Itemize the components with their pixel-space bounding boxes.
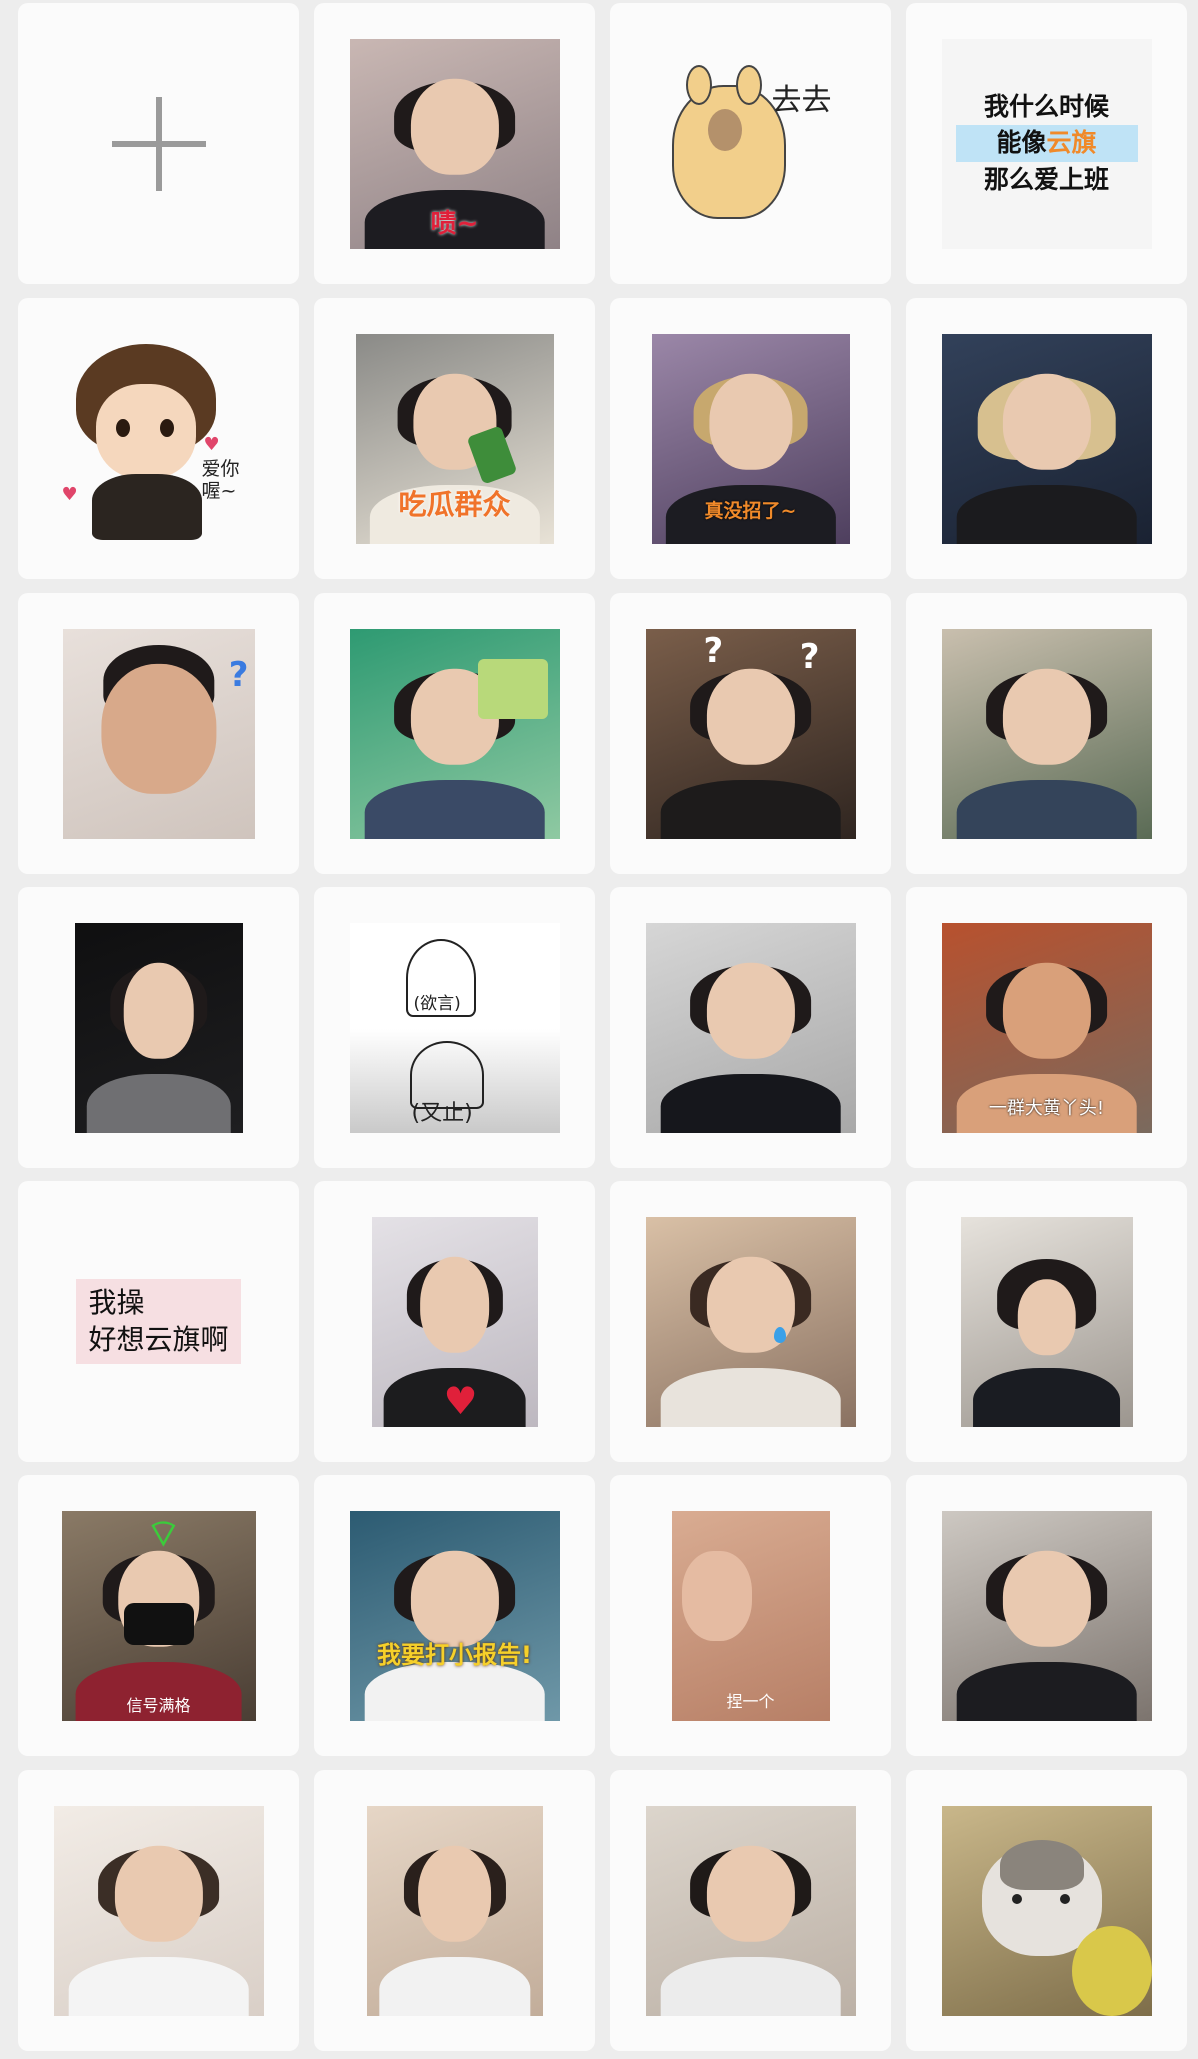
sticker-image: (欲言) (又止) bbox=[349, 922, 560, 1133]
sticker-caption: 吃瓜群众 bbox=[398, 487, 511, 521]
sticker-item[interactable] bbox=[906, 1770, 1187, 2051]
sticker-image: 去去 bbox=[646, 39, 856, 249]
sticker-image bbox=[349, 628, 560, 839]
sticker-item[interactable]: (欲言) (又止) bbox=[314, 887, 595, 1168]
sticker-item[interactable]: 一群大黄丫头! bbox=[906, 887, 1187, 1168]
tear-drop-icon bbox=[773, 1326, 786, 1343]
question-mark-icon: ? bbox=[799, 636, 820, 677]
caption-highlight: 云旗 bbox=[1046, 128, 1097, 158]
heart-icon: ♥ bbox=[443, 1378, 478, 1423]
sticker-caption: 真没招了~ bbox=[704, 499, 797, 522]
sticker-item[interactable] bbox=[314, 593, 595, 874]
question-mark-icon: ? bbox=[228, 654, 249, 695]
sticker-image: 啧~ bbox=[349, 38, 560, 249]
sticker-item[interactable] bbox=[314, 1770, 595, 2051]
sticker-item[interactable]: 捏一个 bbox=[610, 1475, 891, 1756]
sticker-caption-line: 我操 bbox=[88, 1286, 145, 1320]
heart-icon: ♥ bbox=[203, 433, 220, 455]
sticker-item[interactable]: ? bbox=[18, 593, 299, 874]
add-sticker-button[interactable] bbox=[18, 3, 299, 284]
sticker-caption: (欲言) bbox=[413, 993, 461, 1014]
sticker-image: ? ? bbox=[645, 628, 856, 839]
cartoon-animal-icon bbox=[671, 84, 786, 219]
sticker-item[interactable] bbox=[906, 298, 1187, 579]
sticker-image bbox=[941, 1510, 1152, 1721]
sticker-image: 我操 好想云旗啊 bbox=[76, 1279, 241, 1364]
sticker-item[interactable]: 去去 bbox=[610, 3, 891, 284]
sticker-item[interactable] bbox=[18, 887, 299, 1168]
sticker-image bbox=[645, 1805, 856, 2016]
sticker-image bbox=[941, 628, 1152, 839]
sticker-item[interactable]: 我操 好想云旗啊 bbox=[18, 1181, 299, 1462]
sticker-image bbox=[74, 922, 243, 1133]
sticker-item[interactable]: 啧~ bbox=[314, 3, 595, 284]
sticker-caption: 信号满格 bbox=[126, 1696, 191, 1716]
sticker-image bbox=[960, 1216, 1133, 1427]
sticker-caption: 捏一个 bbox=[726, 1692, 775, 1712]
sticker-image: ? bbox=[62, 628, 255, 839]
sticker-caption: 啧~ bbox=[430, 209, 479, 240]
sticker-image: ♥ bbox=[371, 1216, 538, 1427]
sticker-item[interactable] bbox=[906, 1181, 1187, 1462]
sticker-caption: (又止) bbox=[411, 1100, 473, 1126]
sticker-caption-line: 我什么时候 bbox=[983, 92, 1109, 122]
sticker-item[interactable]: 我什么时候 能像云旗 那么爱上班 bbox=[906, 3, 1187, 284]
sticker-caption: 我要打小报告! bbox=[377, 1641, 532, 1670]
sticker-item[interactable] bbox=[906, 1475, 1187, 1756]
sticker-image: ⌔ 信号满格 bbox=[61, 1510, 256, 1721]
sticker-caption-line: 好想云旗啊 bbox=[88, 1322, 229, 1356]
sticker-image: 捏一个 bbox=[671, 1510, 830, 1721]
sticker-item[interactable]: ♥ bbox=[314, 1181, 595, 1462]
sticker-item[interactable]: ? ? bbox=[610, 593, 891, 874]
sticker-item[interactable] bbox=[610, 1770, 891, 2051]
sticker-image bbox=[645, 922, 856, 1133]
sticker-image: 吃瓜群众 bbox=[355, 333, 554, 544]
caption-part: 能像 bbox=[996, 128, 1047, 158]
heart-icon: ♥ bbox=[61, 483, 78, 505]
wifi-icon: ⌔ bbox=[145, 1510, 182, 1555]
sticker-image: 我什么时候 能像云旗 那么爱上班 bbox=[941, 38, 1152, 249]
sticker-caption: 一群大黄丫头! bbox=[988, 1097, 1105, 1119]
sticker-item[interactable] bbox=[18, 1770, 299, 2051]
sticker-image bbox=[941, 333, 1152, 544]
sticker-image bbox=[645, 1216, 856, 1427]
sticker-item[interactable]: 吃瓜群众 bbox=[314, 298, 595, 579]
sticker-item[interactable] bbox=[610, 1181, 891, 1462]
sticker-image bbox=[366, 1805, 543, 2016]
sticker-item[interactable]: ♥ ♥ 爱你 喔~ bbox=[18, 298, 299, 579]
sticker-image: 一群大黄丫头! bbox=[941, 922, 1152, 1133]
sticker-item[interactable]: 真没招了~ bbox=[610, 298, 891, 579]
sticker-caption-line: 能像云旗 bbox=[955, 125, 1138, 162]
sticker-grid: 啧~ 去去 我什么时候 能像云旗 那么爱上班 ♥ ♥ 爱你 喔~ 吃瓜群众 真没… bbox=[0, 0, 1198, 2059]
sticker-image bbox=[53, 1805, 264, 2016]
sticker-item[interactable] bbox=[906, 593, 1187, 874]
sticker-item[interactable]: 我要打小报告! bbox=[314, 1475, 595, 1756]
sticker-caption: 爱你 喔~ bbox=[201, 457, 240, 503]
sticker-image: 我要打小报告! bbox=[349, 1510, 560, 1721]
sticker-image bbox=[941, 1805, 1152, 2016]
sticker-image: 真没招了~ bbox=[651, 333, 850, 544]
sticker-image: ♥ ♥ 爱你 喔~ bbox=[54, 334, 264, 544]
sticker-item[interactable]: ⌔ 信号满格 bbox=[18, 1475, 299, 1756]
sticker-caption: 去去 bbox=[771, 82, 832, 118]
sticker-item[interactable] bbox=[610, 887, 891, 1168]
question-mark-icon: ? bbox=[703, 630, 724, 671]
plus-icon bbox=[109, 94, 209, 194]
sticker-caption-line: 那么爱上班 bbox=[983, 164, 1109, 194]
